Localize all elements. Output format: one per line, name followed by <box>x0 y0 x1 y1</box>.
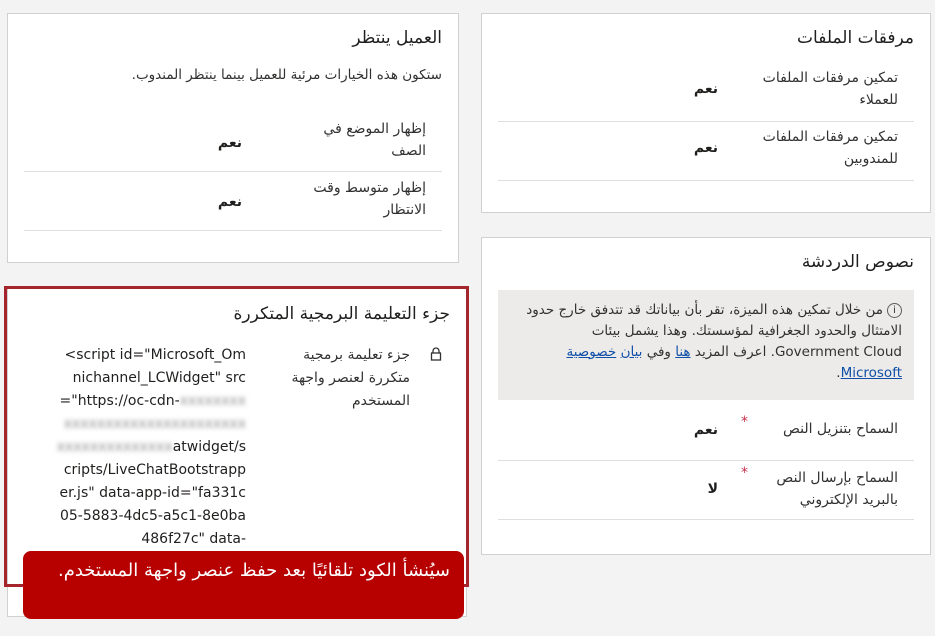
required-asterisk: * <box>741 414 748 430</box>
code-snippet-highlight <box>4 286 469 587</box>
setting-label: السماح بتنزيل النص <box>782 421 898 437</box>
setting-value: نعم <box>693 81 718 97</box>
file-attachments-title: مرفقات الملفات <box>797 28 914 48</box>
setting-value: نعم <box>693 422 718 438</box>
setting-row-average-wait[interactable]: إظهار متوسط وقت الانتظار نعم <box>24 172 442 231</box>
setting-value: نعم <box>693 140 718 156</box>
required-asterisk: * <box>741 465 748 481</box>
customer-waiting-title: العميل ينتظر <box>352 28 442 48</box>
privacy-notice: iمن خلال تمكين هذه الميزة، تقر بأن بيانا… <box>498 290 914 400</box>
customer-waiting-description: ستكون هذه الخيارات مرئية للعميل بينما ين… <box>131 67 442 83</box>
chat-transcripts-title: نصوص الدردشة <box>801 252 914 272</box>
setting-row-allow-download[interactable]: السماح بتنزيل النص * نعم <box>498 406 914 461</box>
privacy-statement-link-1[interactable]: بيان <box>621 344 643 360</box>
setting-label: إظهار متوسط وقت الانتظار <box>313 180 426 218</box>
file-attachments-card: مرفقات الملفات تمكين مرفقات الملفات للعم… <box>481 13 931 213</box>
setting-row-customer-attachments[interactable]: تمكين مرفقات الملفات للعملاء نعم <box>498 63 914 122</box>
setting-value: نعم <box>217 135 242 151</box>
chat-transcripts-card: نصوص الدردشة iمن خلال تمكين هذه الميزة، … <box>481 237 931 555</box>
setting-label: تمكين مرفقات الملفات للمندوبين <box>762 129 898 167</box>
setting-row-agent-attachments[interactable]: تمكين مرفقات الملفات للمندوبين نعم <box>498 122 914 181</box>
info-circle-icon: i <box>887 302 902 318</box>
toast-text: سيُنشأ الكود تلقائيًا بعد حفظ عنصر واجهة… <box>57 560 450 581</box>
setting-row-queue-position[interactable]: إظهار الموضع في الصف نعم <box>24 115 442 172</box>
setting-label: تمكين مرفقات الملفات للعملاء <box>762 70 898 108</box>
setting-label: السماح بإرسال النص بالبريد الإلكتروني <box>776 470 898 508</box>
autogenerate-toast: سيُنشأ الكود تلقائيًا بعد حفظ عنصر واجهة… <box>23 551 464 619</box>
setting-value: نعم <box>217 194 242 210</box>
learn-more-here-link[interactable]: هنا <box>675 344 690 360</box>
customer-waiting-card: العميل ينتظر ستكون هذه الخيارات مرئية لل… <box>7 13 459 263</box>
setting-value: لا <box>707 481 718 497</box>
setting-label: إظهار الموضع في الصف <box>323 121 426 159</box>
notice-text-and: وفي <box>646 344 671 360</box>
setting-row-allow-email[interactable]: السماح بإرسال النص بالبريد الإلكتروني * … <box>498 461 914 520</box>
